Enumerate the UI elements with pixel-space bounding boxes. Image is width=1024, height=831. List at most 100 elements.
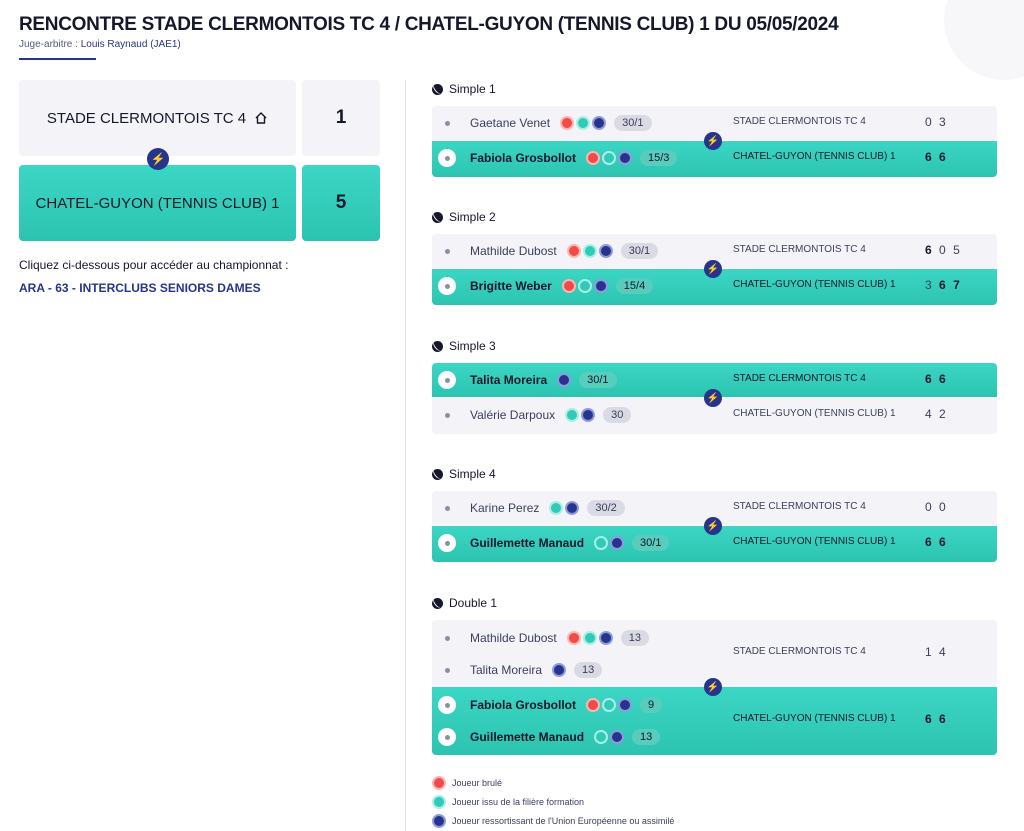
player-name-link[interactable]: Talita Moreira [470, 663, 542, 677]
set-score: 7 [953, 278, 960, 292]
match-label-text: Double 1 [449, 596, 498, 610]
red-badge-icon [560, 116, 575, 130]
player-name-link[interactable]: Gaetane Venet [470, 116, 550, 130]
player-badges [586, 151, 633, 165]
row-team-name: STADE CLERMONTOIS TC 4 [733, 116, 866, 127]
set-score: 5 [953, 243, 960, 257]
blue-badge-icon [592, 116, 607, 130]
player-name-link[interactable]: Mathilde Dubost [470, 244, 557, 258]
match-label-text: Simple 3 [449, 339, 496, 353]
set-score: 6 [925, 712, 932, 726]
player-name-link[interactable]: Fabiola Grosbollot [470, 151, 576, 165]
player-name-link[interactable]: Karine Perez [470, 501, 539, 515]
player-name-link[interactable]: Talita Moreira [470, 373, 547, 387]
row-team-name: STADE CLERMONTOIS TC 4 [733, 373, 866, 384]
set-score: 6 [939, 150, 946, 164]
match-label-text: Simple 1 [449, 82, 496, 96]
legend-item: Joueur issu de la filière formation [432, 795, 584, 809]
player-name-link[interactable]: Guillemette Manaud [470, 536, 584, 550]
player-badges [561, 279, 608, 293]
row-team-name: CHATEL-GUYON (TENNIS CLUB) 1 [733, 279, 896, 290]
set-score: 0 [939, 500, 946, 514]
set-score: 3 [925, 278, 932, 292]
teal-badge-icon [602, 151, 617, 165]
player-line: Guillemette Manaud 13 [432, 720, 661, 754]
player-name-link[interactable]: Brigitte Weber [470, 279, 552, 293]
set-score: 4 [939, 645, 946, 659]
red-badge-icon [586, 151, 601, 165]
set-scores: 0 3 [925, 115, 946, 129]
player-line: Gaetane Venet 30/1 [432, 106, 652, 140]
player-ranking: 9 [640, 697, 663, 713]
person-icon [444, 248, 450, 254]
set-score: 0 [925, 115, 932, 129]
player-badges [549, 501, 580, 515]
legend-item: Joueur ressortissant de l'Union Européen… [432, 814, 674, 828]
set-scores: 6 6 [925, 712, 946, 726]
set-score: 6 [925, 535, 932, 549]
match-label-text: Simple 4 [449, 467, 496, 481]
player-ranking: 30/1 [620, 243, 659, 259]
home-team-box: STADE CLERMONTOIS TC 4 [19, 80, 296, 156]
teal-badge-icon [577, 279, 592, 293]
row-team-name: CHATEL-GUYON (TENNIS CLUB) 1 [733, 536, 896, 547]
avatar-icon [438, 149, 456, 167]
set-score: 6 [939, 712, 946, 726]
set-score: 6 [925, 372, 932, 386]
player-line: Fabiola Grosbollot 9 [432, 688, 663, 722]
teal-badge-icon [594, 730, 609, 744]
blue-badge-icon [618, 698, 633, 712]
avatar-icon [440, 408, 454, 422]
row-team-name: CHATEL-GUYON (TENNIS CLUB) 1 [733, 151, 896, 162]
juge-arbitre-name: Louis Raynaud (JAE1) [80, 39, 181, 50]
set-scores: 0 0 [925, 500, 946, 514]
home-row: Mathilde Dubost 13 Talita Moreira 13 STADE C… [432, 620, 997, 686]
player-line: Karine Perez 30/2 [432, 491, 625, 525]
match-label-text: Simple 2 [449, 210, 496, 224]
row-team-name: CHATEL-GUYON (TENNIS CLUB) 1 [733, 408, 896, 419]
column-divider [405, 80, 406, 831]
set-scores: 1 4 [925, 645, 946, 659]
championship-intro: Cliquez ci-dessous pour accéder au champ… [19, 258, 289, 272]
player-name-link[interactable]: Valérie Darpoux [470, 408, 555, 422]
match-label: Simple 3 [432, 339, 496, 353]
player-line: Talita Moreira 13 [432, 653, 603, 687]
away-row: Fabiola Grosbollot 9 Guillemette Manaud 13 C… [432, 687, 997, 755]
player-ranking: 30/1 [632, 535, 670, 551]
red-badge-icon [561, 279, 576, 293]
avatar-icon [438, 696, 456, 714]
set-scores: 3 6 7 [925, 278, 960, 292]
player-badges [560, 116, 607, 130]
set-score: 1 [925, 645, 932, 659]
set-score: 6 [925, 150, 932, 164]
player-line: Mathilde Dubost 13 [432, 621, 649, 655]
lightning-icon: ⚡ [704, 517, 722, 535]
championship-link[interactable]: ARA - 63 - INTERCLUBS SENIORS DAMES [19, 281, 261, 295]
player-name-link[interactable]: Fabiola Grosbollot [470, 698, 576, 712]
legend-text: Joueur brulé [452, 778, 503, 788]
set-scores: 6 6 [925, 372, 946, 386]
teal-badge-icon [432, 795, 446, 809]
tennis-ball-icon [432, 468, 443, 480]
set-scores: 6 0 5 [925, 243, 960, 257]
set-score: 3 [939, 115, 946, 129]
home-team-score: 1 [302, 80, 380, 156]
title-underline [19, 58, 96, 60]
lightning-icon: ⚡ [704, 132, 722, 150]
avatar-icon [440, 244, 454, 258]
player-name-link[interactable]: Mathilde Dubost [470, 631, 557, 645]
player-line: Valérie Darpoux 30 [432, 398, 632, 432]
person-icon [444, 283, 450, 289]
blue-badge-icon [593, 279, 608, 293]
person-icon [444, 155, 450, 161]
home-icon [255, 112, 267, 124]
teal-badge-icon [594, 536, 609, 550]
player-badges [566, 244, 613, 258]
teal-badge-icon [565, 408, 580, 422]
tennis-ball-icon [432, 211, 443, 223]
set-score: 4 [925, 407, 932, 421]
avatar-icon [438, 277, 456, 295]
player-name-link[interactable]: Guillemette Manaud [470, 730, 584, 744]
blue-badge-icon [565, 501, 580, 515]
person-icon [444, 120, 450, 126]
